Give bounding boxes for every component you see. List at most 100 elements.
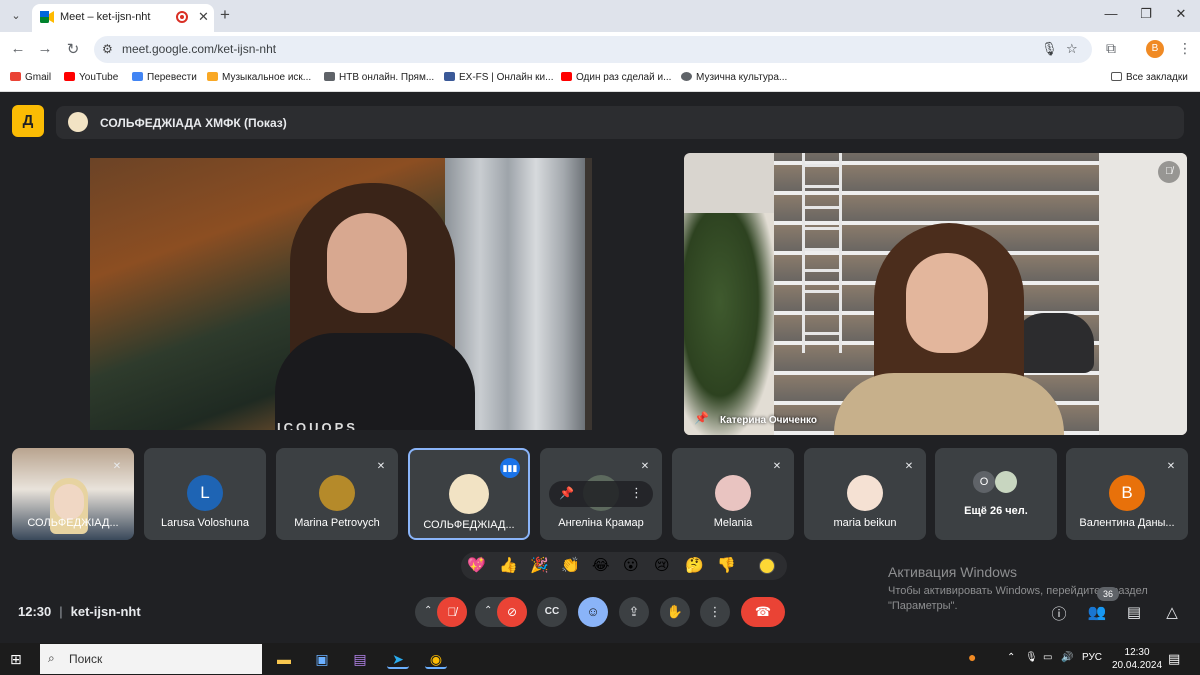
youtube-icon [561, 72, 572, 81]
mic-off-icon: ✕ [112, 461, 122, 472]
bookmark-exfs[interactable]: EX-FS | Онлайн ки... [444, 72, 553, 83]
taskbar-clock[interactable]: 12:30 20.04.2024 [1112, 646, 1162, 672]
reaction-sad[interactable]: 😢 [654, 556, 670, 574]
microphone-icon[interactable]: 🎙 [1025, 652, 1038, 663]
telegram-icon[interactable]: ➤ [387, 649, 409, 669]
captions-button[interactable]: CC [537, 597, 567, 627]
reaction-surprised[interactable]: 😮 [623, 556, 639, 574]
skin-tone-picker[interactable] [759, 558, 775, 574]
taskbar-search[interactable]: ⌕ Поиск [40, 644, 262, 674]
camera-off-button[interactable]: ⊘ [497, 597, 527, 627]
avatar: O [973, 471, 995, 493]
participant-tile[interactable]: ✕ Marina Petrovych [276, 448, 398, 540]
mic-off-icon: ✕ [640, 461, 650, 472]
reaction-party[interactable]: 🎉 [530, 556, 549, 574]
avatar [847, 475, 883, 511]
participant-name: Melania [713, 517, 753, 529]
microphone-icon[interactable]: 🎙 [1041, 41, 1058, 57]
participant-name: Ангеліна Крамар [558, 517, 644, 529]
battery-icon[interactable]: ▭ [1043, 652, 1052, 663]
pin-icon[interactable]: 📌 [559, 486, 574, 500]
bookmark-translate[interactable]: Перевести [132, 72, 197, 83]
info-icon[interactable]: ⓘ [1048, 603, 1070, 624]
meeting-info: 12:30 | ket-ijsn-nht [18, 604, 141, 619]
participant-name: maria beikun [833, 517, 897, 529]
tab-search-icon[interactable]: ⌄ [6, 6, 26, 26]
present-button[interactable]: ⇪ [619, 597, 649, 627]
minimize-button[interactable]: — [1096, 6, 1126, 21]
weather-icon[interactable]: ● [968, 649, 976, 665]
bookmark-ntv[interactable]: НТВ онлайн. Прям... [324, 72, 434, 83]
participant-tile[interactable]: 📌 ⋮ ✕ Ангеліна Крамар [540, 448, 662, 540]
raise-hand-button[interactable]: ✋ [660, 597, 690, 627]
more-participants-tile[interactable]: O Ещё 26 чел. [935, 448, 1057, 540]
notifications-icon[interactable]: ▤ [1168, 651, 1180, 667]
participant-strip: ✕ СОЛЬФЕДЖІАД... L Larusa Voloshuna ✕ Ma… [12, 448, 1188, 541]
browser-tabstrip: ⌄ Meet – ket-ijsn-nht ✕ + — ❐ ✕ [0, 0, 1200, 32]
more-options-button[interactable]: ⋮ [700, 597, 730, 627]
chevron-up-icon[interactable]: ⌃ [1007, 652, 1015, 663]
all-bookmarks[interactable]: Все закладки [1111, 72, 1188, 83]
mic-off-icon: ✕ [376, 461, 386, 472]
extensions-icon[interactable]: ⧉ [1106, 40, 1116, 57]
forward-button[interactable]: → [35, 40, 55, 57]
leave-call-button[interactable]: ☎ [741, 597, 785, 627]
chat-icon[interactable]: ▤ [1123, 603, 1145, 621]
mic-off-button[interactable]: 🎙̸ [437, 597, 467, 627]
close-window-button[interactable]: ✕ [1166, 6, 1196, 22]
maximize-button[interactable]: ❐ [1131, 6, 1161, 22]
chevron-up-icon[interactable]: ⌃ [424, 605, 432, 616]
address-bar[interactable]: ⚙ meet.google.com/ket-ijsn-nht 🎙 ☆ [94, 36, 1092, 63]
reaction-thumbs-down[interactable]: 👎 [717, 556, 736, 574]
menu-icon[interactable]: ⋮ [1178, 40, 1192, 57]
store-icon[interactable]: ▣ [311, 649, 333, 669]
new-tab-button[interactable]: + [220, 5, 230, 25]
back-button[interactable]: ← [8, 40, 28, 57]
tab-close-icon[interactable]: ✕ [198, 9, 209, 25]
reaction-thinking[interactable]: 🤔 [685, 556, 704, 574]
reaction-laugh[interactable]: 😂 [592, 556, 610, 574]
reactions-bar: 💖 👍 🎉 👏 😂 😮 😢 🤔 👎 [461, 552, 787, 580]
browser-toolbar: ← → ↻ ⚙ meet.google.com/ket-ijsn-nht 🎙 ☆… [0, 32, 1200, 66]
bookmark-one-time[interactable]: Один раз сделай и... [561, 72, 671, 83]
meet-favicon-icon [40, 11, 54, 23]
site-info-icon[interactable]: ⚙ [102, 42, 113, 56]
reaction-clap[interactable]: 👏 [561, 556, 580, 574]
participant-tile[interactable]: B ✕ Валентина Даны... [1066, 448, 1188, 540]
participant-tile-active[interactable]: ▮▮▮ СОЛЬФЕДЖІАД... [408, 448, 530, 540]
pin-icon[interactable]: 📌 [694, 411, 709, 425]
reload-button[interactable]: ↻ [63, 40, 83, 58]
browser-tab[interactable]: Meet – ket-ijsn-nht ✕ [32, 4, 214, 32]
bookmark-music-art[interactable]: Музыкальное иск... [207, 72, 311, 83]
app-icon[interactable]: ▤ [349, 649, 371, 669]
spotlight-video[interactable]: 🎙̸ 📌 Катерина Очиченко [684, 153, 1187, 435]
volume-icon[interactable]: 🔊 [1061, 652, 1073, 663]
bookmark-star-icon[interactable]: ☆ [1066, 41, 1078, 57]
meeting-code[interactable]: ket-ijsn-nht [71, 604, 141, 619]
meeting-logo[interactable]: Д [12, 105, 44, 137]
emoji-button[interactable]: ☺ [578, 597, 608, 627]
participant-tile[interactable]: ✕ СОЛЬФЕДЖІАД... [12, 448, 134, 540]
activities-icon[interactable]: △ [1161, 603, 1183, 621]
windows-start-icon[interactable]: ⊞ [10, 651, 22, 668]
main-video[interactable]: ICOUOPS [90, 158, 592, 430]
language-indicator[interactable]: РУС [1082, 652, 1102, 663]
file-explorer-icon[interactable]: ▬ [273, 649, 295, 669]
chevron-up-icon[interactable]: ⌃ [484, 605, 492, 616]
profile-avatar[interactable]: B [1146, 40, 1164, 58]
chrome-icon[interactable]: ◉ [425, 649, 447, 669]
bookmark-youtube[interactable]: YouTube [64, 72, 118, 83]
participant-name: Катерина Очиченко [720, 415, 818, 426]
participant-tile[interactable]: ✕ maria beikun [804, 448, 926, 540]
reaction-thumbs-up[interactable]: 👍 [499, 556, 518, 574]
recording-indicator-icon [176, 11, 188, 23]
people-icon[interactable]: 👥 [1086, 603, 1108, 621]
bookmark-gmail[interactable]: Gmail [10, 72, 51, 83]
mic-control-group: ⌃ 🎙̸ [415, 597, 467, 627]
reaction-sparkling-heart[interactable]: 💖 [467, 556, 486, 574]
more-options-icon[interactable]: ⋮ [630, 485, 643, 501]
presentation-bar[interactable]: СОЛЬФЕДЖІАДА ХМФК (Показ) [56, 106, 1184, 139]
participant-tile[interactable]: L Larusa Voloshuna [144, 448, 266, 540]
participant-tile[interactable]: ✕ Melania [672, 448, 794, 540]
bookmark-music-culture[interactable]: Музична культура... [681, 72, 787, 83]
